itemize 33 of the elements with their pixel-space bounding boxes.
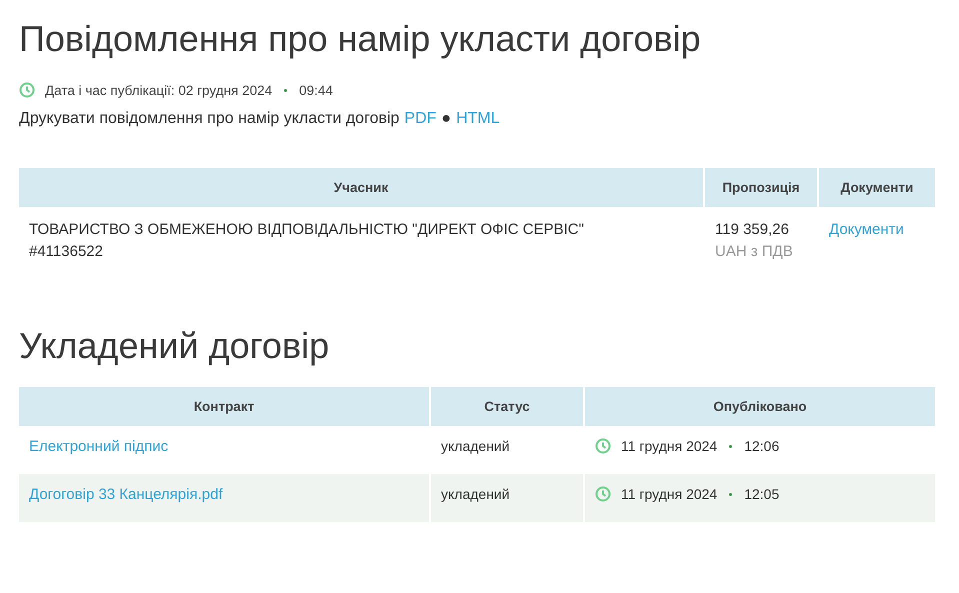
column-header: Учасник — [19, 168, 703, 207]
participant-code: #41136522 — [29, 242, 104, 262]
published-date: 11 грудня 2024 — [621, 438, 718, 454]
column-header: Пропозиція — [705, 168, 817, 207]
documents-link[interactable]: Документи — [829, 221, 904, 238]
clock-icon — [595, 438, 611, 454]
published-time: 12:05 — [744, 486, 780, 502]
published-time: 12:06 — [744, 438, 780, 454]
publication-date: Дата і час публікації: 02 грудня 2024 — [45, 82, 272, 98]
print-label: Друкувати повідомлення про намір укласти договір — [19, 110, 400, 128]
page-title: Повідомлення про намір укласти договір — [19, 18, 702, 60]
separator-dot-icon — [729, 444, 732, 448]
section-title: Укладений договір — [19, 325, 330, 367]
print-link[interactable]: PDF — [404, 110, 436, 128]
clock-icon — [19, 82, 35, 98]
status-text: укладений — [441, 486, 510, 502]
separator: ● — [441, 110, 452, 128]
participant-name: ТОВАРИСТВО З ОБМЕЖЕНОЮ ВІДПОВІДАЛЬНІСТЮ "ДИРЕКТ ОФІС СЕРВІС" — [29, 220, 585, 240]
column-header: Статус — [431, 387, 583, 426]
clock-icon — [595, 486, 611, 502]
publication-time: 09:44 — [299, 82, 333, 98]
print-link[interactable]: HTML — [456, 110, 500, 128]
published-date: 11 грудня 2024 — [621, 486, 718, 502]
separator-dot-icon — [284, 88, 288, 92]
bid-currency: UAH з ПДВ — [715, 242, 794, 262]
column-header: Документи — [819, 168, 935, 207]
column-header: Опубліковано — [585, 387, 935, 426]
separator-dot-icon — [729, 492, 732, 496]
status-text: укладений — [441, 438, 510, 454]
contract-link[interactable]: Електронний підпис — [29, 438, 168, 455]
bid-amount: 119 359,26 — [715, 220, 790, 240]
column-header: Контракт — [19, 387, 429, 426]
contract-link[interactable]: Догоговір 33 Канцелярія.pdf — [29, 486, 223, 503]
